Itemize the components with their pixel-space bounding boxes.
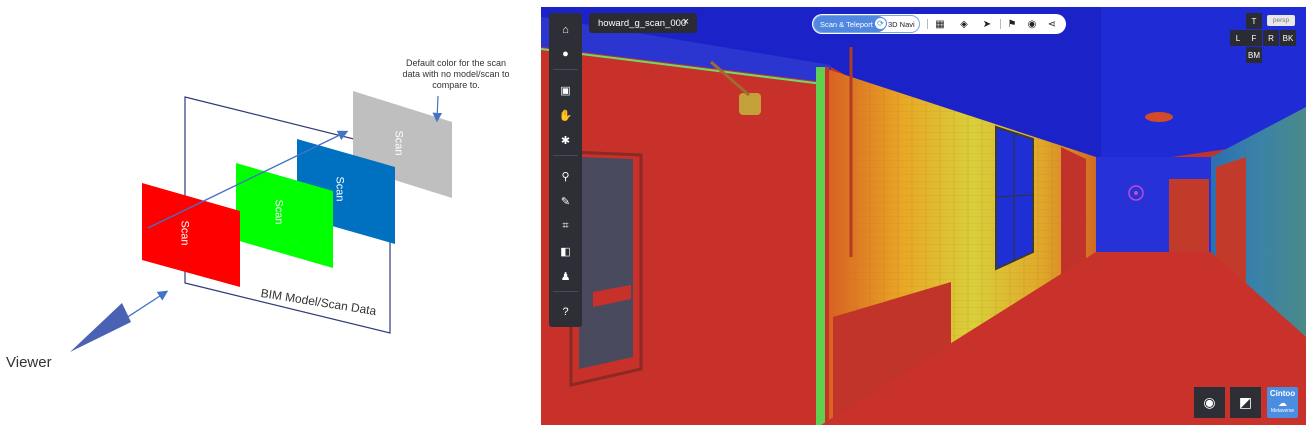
view-left-button[interactable]: L bbox=[1230, 30, 1246, 46]
scan-label-green: Scan bbox=[272, 199, 285, 225]
share-icon[interactable]: ⋖ bbox=[1045, 17, 1059, 31]
view-bottom-button[interactable]: BM bbox=[1246, 47, 1262, 63]
viewer-cone bbox=[70, 303, 131, 352]
location-icon[interactable]: ⚲ bbox=[549, 165, 582, 187]
view-persp-button[interactable]: persp bbox=[1267, 15, 1295, 26]
monitor-icon[interactable]: ▣ bbox=[549, 79, 582, 101]
crop-icon[interactable]: ⌗ bbox=[549, 215, 582, 237]
note-arrow bbox=[432, 95, 443, 123]
settings-icon[interactable]: ✱ bbox=[549, 129, 582, 151]
view-top-button[interactable]: T bbox=[1246, 13, 1262, 29]
scan-label-blue: Scan bbox=[333, 176, 346, 202]
3d-scan-viewer[interactable]: ⌂ ● ▣ ✋ ✱ ⚲ ✎ ⌗ ◧ ♟ ? howard_g_scan_000 … bbox=[541, 7, 1306, 425]
scan-tab[interactable]: howard_g_scan_000 × bbox=[589, 13, 697, 33]
help-icon[interactable]: ? bbox=[549, 301, 582, 323]
scan-label-red: Scan bbox=[178, 220, 191, 246]
brand-name: Cintoo bbox=[1269, 389, 1296, 398]
camera-icon[interactable]: ◉ bbox=[1025, 17, 1039, 31]
red-scan-plane bbox=[142, 183, 240, 287]
scan-viewport[interactable] bbox=[541, 7, 1306, 425]
layers-icon[interactable]: ◈ bbox=[957, 17, 971, 31]
minimap-button[interactable]: ◩ bbox=[1230, 387, 1261, 418]
scan-layers-diagram: Default color for the scan data with no … bbox=[0, 0, 540, 430]
pan-icon[interactable]: ✋ bbox=[549, 104, 582, 126]
navigation-mode-toggle[interactable]: Scan & Teleport ⟳ 3D Navi bbox=[813, 15, 920, 33]
person-pin-icon[interactable]: ♟ bbox=[549, 265, 582, 287]
view-back-button[interactable]: BK bbox=[1280, 30, 1296, 46]
scan-label-gray: Scan bbox=[392, 130, 405, 156]
close-icon[interactable]: × bbox=[683, 16, 689, 28]
3d-navi-mode[interactable]: 3D Navi bbox=[888, 16, 915, 32]
pointer-icon[interactable]: ➤ bbox=[980, 17, 994, 31]
brand-sub: Metaverse bbox=[1270, 408, 1295, 414]
viewer-label: Viewer bbox=[6, 354, 52, 371]
view-front-button[interactable]: F bbox=[1246, 30, 1262, 46]
orbit-center-button[interactable]: ◉ bbox=[1194, 387, 1225, 418]
view-right-button[interactable]: R bbox=[1263, 30, 1279, 46]
cintoo-logo[interactable]: Cintoo ☁ Metaverse bbox=[1267, 387, 1298, 418]
mode-switch-icon[interactable]: ⟳ bbox=[874, 17, 887, 30]
top-toolbar: Scan & Teleport ⟳ 3D Navi ▦ ◈ ➤ ⚑ ◉ ⋖ bbox=[812, 14, 1066, 34]
home-icon[interactable]: ⌂ bbox=[549, 19, 582, 41]
flag-icon[interactable]: ⚑ bbox=[1005, 17, 1019, 31]
compare-icon[interactable]: ◧ bbox=[549, 240, 582, 262]
cloud-icon: ☁ bbox=[1278, 398, 1287, 408]
left-toolbar: ⌂ ● ▣ ✋ ✱ ⚲ ✎ ⌗ ◧ ♟ ? bbox=[549, 13, 582, 327]
globe-icon[interactable]: ● bbox=[549, 43, 582, 65]
default-color-note: Default color for the scan data with no … bbox=[402, 58, 510, 90]
ruler-icon[interactable]: ✎ bbox=[549, 190, 582, 212]
scan-name: howard_g_scan_000 bbox=[598, 17, 687, 29]
grid-icon[interactable]: ▦ bbox=[933, 17, 947, 31]
